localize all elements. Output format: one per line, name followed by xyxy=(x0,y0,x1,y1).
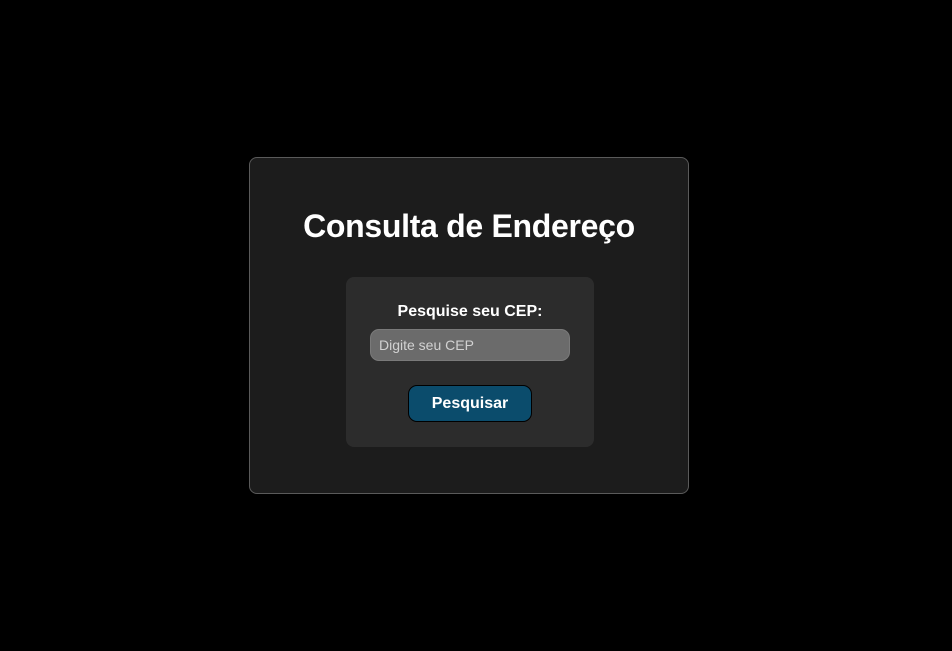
page-title: Consulta de Endereço xyxy=(303,208,635,244)
search-panel: Pesquise seu CEP: Pesquisar xyxy=(346,277,594,447)
address-lookup-card: Consulta de Endereço Pesquise seu CEP: P… xyxy=(249,157,689,494)
page: Consulta de Endereço Pesquise seu CEP: P… xyxy=(0,0,952,651)
search-button[interactable]: Pesquisar xyxy=(408,385,532,422)
cep-label: Pesquise seu CEP: xyxy=(397,303,543,320)
cep-input[interactable] xyxy=(370,329,570,361)
